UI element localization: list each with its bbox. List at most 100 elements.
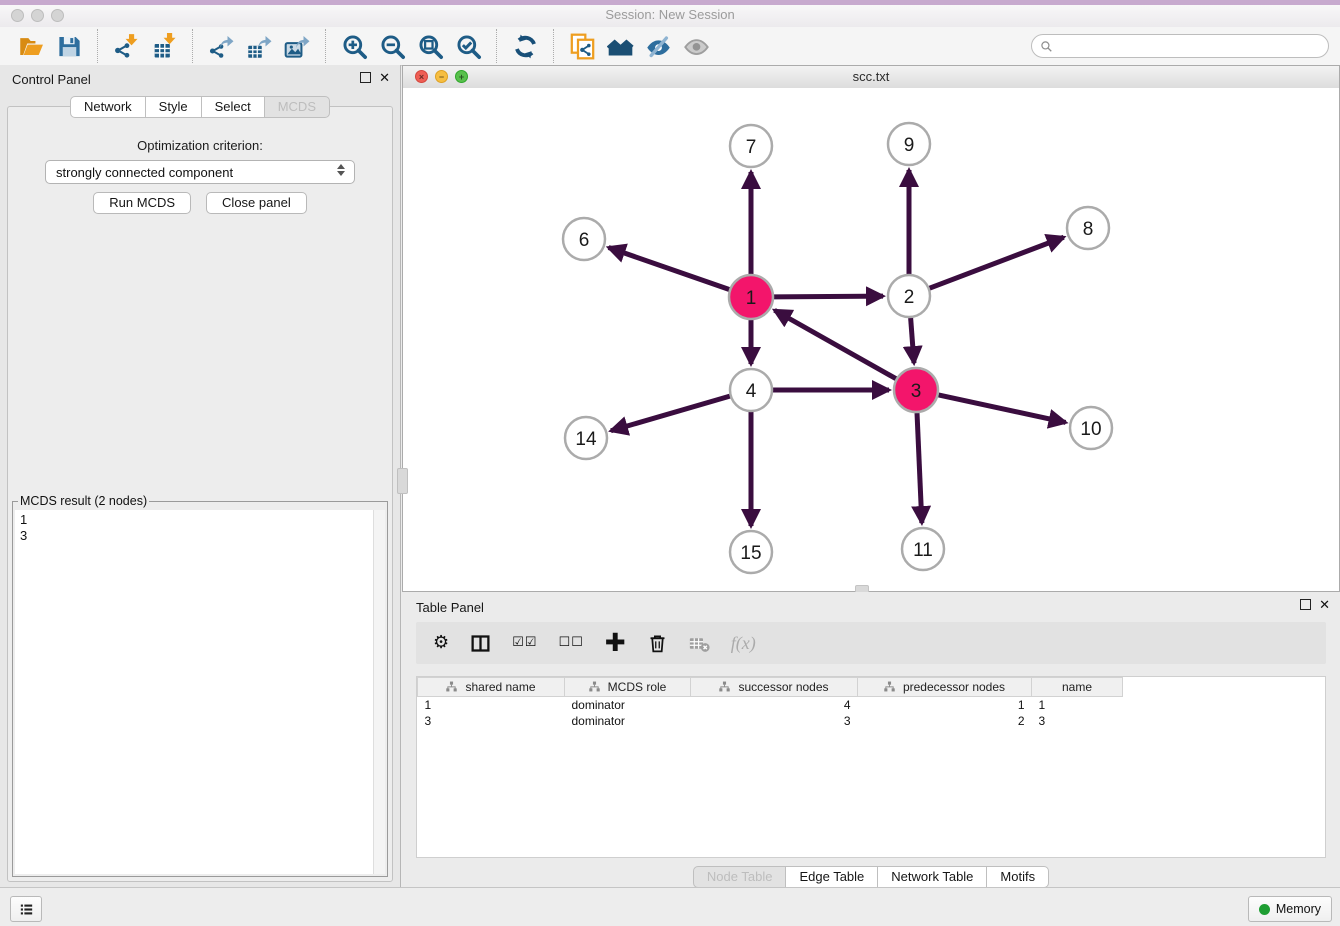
optimization-label: Optimization criterion: — [8, 138, 392, 153]
add-column-icon[interactable]: ✚ — [605, 633, 626, 653]
table-cell[interactable]: dominator — [565, 713, 691, 729]
memory-status-icon — [1259, 904, 1270, 915]
vertical-splitter-handle[interactable] — [397, 468, 408, 494]
zoom-out-icon[interactable] — [376, 30, 408, 62]
column-label: shared name — [465, 680, 535, 694]
graph-edge[interactable] — [775, 310, 896, 378]
tab-style[interactable]: Style — [145, 96, 202, 118]
graph-edge[interactable] — [911, 318, 914, 363]
list-icon — [18, 901, 35, 918]
graph-node[interactable]: 3 — [894, 368, 938, 412]
table-cell[interactable]: 4 — [691, 697, 858, 714]
task-history-button[interactable] — [10, 896, 42, 922]
column-header[interactable]: MCDS role — [565, 678, 691, 697]
open-file-icon[interactable] — [15, 30, 47, 62]
column-header[interactable]: successor nodes — [691, 678, 858, 697]
run-mcds-button[interactable]: Run MCDS — [93, 192, 191, 214]
graph-node[interactable]: 10 — [1070, 407, 1112, 449]
graph-node[interactable]: 1 — [729, 275, 773, 319]
optimization-select[interactable]: strongly connected component — [45, 160, 355, 184]
table-cell[interactable]: 1 — [1032, 697, 1123, 714]
table-cell[interactable]: 3 — [418, 713, 565, 729]
zoom-in-icon[interactable] — [338, 30, 370, 62]
graph-edge[interactable] — [938, 395, 1065, 423]
clone-network-icon[interactable] — [566, 30, 598, 62]
node-label: 6 — [579, 230, 590, 251]
search-input[interactable] — [1058, 37, 1328, 55]
float-panel-icon[interactable] — [360, 72, 371, 83]
graph-node[interactable]: 7 — [730, 125, 772, 167]
column-header[interactable]: name — [1032, 678, 1123, 697]
graph-edge[interactable] — [930, 237, 1064, 288]
close-table-panel-icon[interactable]: ✕ — [1319, 599, 1330, 610]
network-canvas[interactable]: 7 9 6 8 1 2 4 3 14 10 15 11 — [403, 88, 1339, 591]
deselect-all-icon[interactable]: ☐☐ — [558, 633, 583, 653]
tab-network-table[interactable]: Network Table — [877, 866, 987, 888]
result-line: 3 — [20, 528, 380, 544]
graph-node[interactable]: 2 — [888, 275, 930, 317]
table-cell[interactable]: 3 — [1032, 713, 1123, 729]
search-box[interactable] — [1031, 34, 1329, 58]
graph-edge[interactable] — [609, 248, 730, 290]
zoom-selected-icon[interactable] — [452, 30, 484, 62]
zoom-fit-icon[interactable] — [414, 30, 446, 62]
graph-edge[interactable] — [774, 296, 883, 297]
column-header[interactable]: predecessor nodes — [858, 678, 1032, 697]
toolbar-separator — [97, 29, 98, 63]
split-pane-icon[interactable] — [470, 633, 491, 654]
table-cell[interactable]: 2 — [858, 713, 1032, 729]
graph-node[interactable]: 4 — [730, 369, 772, 411]
close-panel-icon[interactable]: ✕ — [379, 72, 390, 83]
table-cell[interactable]: 1 — [418, 697, 565, 714]
save-session-icon[interactable] — [53, 30, 85, 62]
export-network-icon[interactable] — [205, 30, 237, 62]
network-window-title: scc.txt — [403, 69, 1339, 84]
hide-selected-icon[interactable] — [642, 30, 674, 62]
node-label: 1 — [746, 288, 757, 309]
select-all-icon[interactable]: ☑☑ — [512, 633, 537, 653]
node-table-area: shared name MCDS role successor nodesprede… — [416, 676, 1326, 858]
export-table-icon[interactable] — [243, 30, 275, 62]
export-image-icon[interactable] — [281, 30, 313, 62]
import-network-icon[interactable] — [110, 30, 142, 62]
table-cell[interactable]: dominator — [565, 697, 691, 714]
toolbar-separator — [325, 29, 326, 63]
graph-node[interactable]: 9 — [888, 123, 930, 165]
table-cell[interactable]: 3 — [691, 713, 858, 729]
node-label: 3 — [911, 381, 922, 402]
float-table-panel-icon[interactable] — [1300, 599, 1311, 610]
first-neighbors-icon[interactable] — [604, 30, 636, 62]
import-table-icon[interactable] — [148, 30, 180, 62]
status-bar: Memory — [0, 887, 1340, 926]
memory-button[interactable]: Memory — [1248, 896, 1332, 922]
table-row[interactable]: 3dominator323 — [418, 713, 1123, 729]
column-label: MCDS role — [608, 680, 667, 694]
graph-node[interactable]: 14 — [565, 417, 607, 459]
trash-icon[interactable] — [647, 633, 668, 654]
mcds-result-text[interactable]: 13 — [15, 510, 385, 874]
table-cell[interactable]: 1 — [858, 697, 1032, 714]
graph-edge[interactable] — [611, 396, 730, 431]
gear-icon[interactable]: ⚙ — [433, 633, 449, 653]
tab-mcds[interactable]: MCDS — [264, 96, 330, 118]
tab-select[interactable]: Select — [201, 96, 265, 118]
graph-node[interactable]: 15 — [730, 531, 772, 573]
tab-motifs[interactable]: Motifs — [986, 866, 1049, 888]
refresh-network-icon[interactable] — [509, 30, 541, 62]
close-panel-button[interactable]: Close panel — [206, 192, 307, 214]
result-scrollbar[interactable] — [373, 510, 385, 874]
column-header[interactable]: shared name — [418, 678, 565, 697]
graph-node[interactable]: 8 — [1067, 207, 1109, 249]
node-label: 14 — [575, 429, 597, 450]
graph-edge[interactable] — [917, 413, 922, 523]
tab-node-table[interactable]: Node Table — [693, 866, 787, 888]
node-label: 7 — [746, 137, 757, 158]
graph-node[interactable]: 11 — [902, 528, 944, 570]
node-label: 9 — [904, 135, 915, 156]
tab-network[interactable]: Network — [70, 96, 146, 118]
table-panel: Table Panel ✕ ⚙ ☑☑ ☐☐ ✚ f(x) shared name… — [402, 592, 1340, 888]
tab-edge-table[interactable]: Edge Table — [785, 866, 878, 888]
graph-node[interactable]: 6 — [563, 218, 605, 260]
mcds-panel: Optimization criterion: strongly connect… — [7, 106, 393, 882]
table-row[interactable]: 1dominator411 — [418, 697, 1123, 714]
